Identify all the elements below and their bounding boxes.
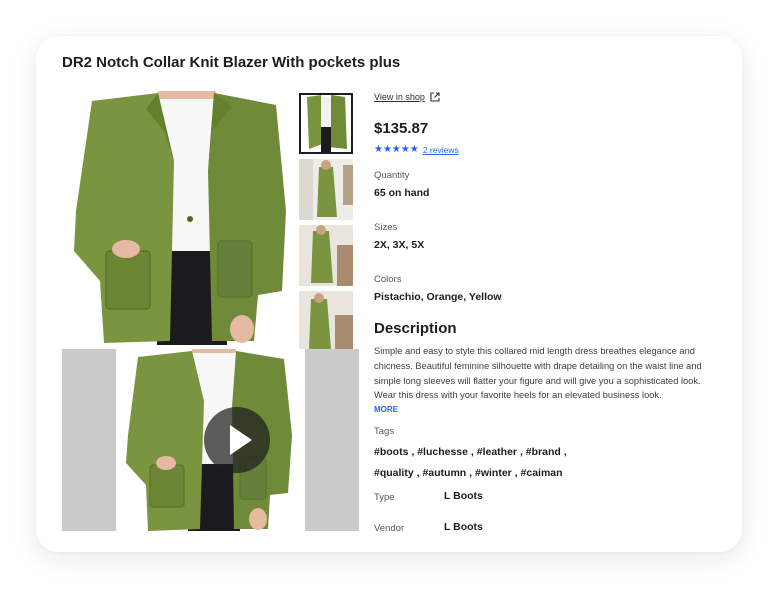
type-label: Type xyxy=(374,492,395,503)
colors-label: Colors xyxy=(374,274,402,285)
quantity-value: 65 on hand xyxy=(374,187,430,199)
view-in-shop-link[interactable]: View in shop xyxy=(374,92,440,102)
rating: ★★★★★ 2 reviews xyxy=(374,144,459,155)
thumbnail-3[interactable] xyxy=(299,225,353,286)
main-product-image[interactable] xyxy=(62,91,292,345)
reviews-link[interactable]: 2 reviews xyxy=(423,145,459,155)
sizes-value: 2X, 3X, 5X xyxy=(374,239,425,251)
thumbnail-2[interactable] xyxy=(299,159,353,220)
product-card: DR2 Notch Collar Knit Blazer With pocket… xyxy=(36,36,742,552)
thumbnail-1[interactable] xyxy=(299,93,353,154)
thumbnail-4[interactable] xyxy=(299,291,353,352)
thumbnail-image xyxy=(299,159,353,220)
thumbnail-image xyxy=(299,93,353,154)
video-letterbox-right xyxy=(305,349,359,531)
type-value: L Boots xyxy=(444,490,483,502)
star-rating-icon: ★★★★★ xyxy=(374,144,419,155)
description-text: Simple and easy to style this collared m… xyxy=(374,346,702,401)
product-price: $135.87 xyxy=(374,120,429,137)
tag[interactable]: #quality xyxy=(374,467,414,479)
thumbnail-strip xyxy=(299,93,354,357)
external-link-icon xyxy=(430,92,440,102)
tag[interactable]: #luchesse xyxy=(417,446,468,458)
tag[interactable]: #boots xyxy=(374,446,408,458)
description-heading: Description xyxy=(374,320,457,337)
more-link[interactable]: MORE xyxy=(374,405,398,414)
tags-label: Tags xyxy=(374,426,395,437)
tag[interactable]: #brand xyxy=(526,446,561,458)
vendor-value: L Boots xyxy=(444,521,483,533)
tags-list: #boots , #luchesse , #leather , #brand ,… xyxy=(374,446,567,479)
product-title: DR2 Notch Collar Knit Blazer With pocket… xyxy=(62,54,401,71)
thumbnail-image xyxy=(299,225,353,286)
product-video[interactable] xyxy=(62,349,359,531)
tag[interactable]: #leather xyxy=(477,446,517,458)
sizes-label: Sizes xyxy=(374,222,398,233)
play-icon xyxy=(230,425,252,455)
tag[interactable]: #winter xyxy=(475,467,512,479)
colors-value: Pistachio, Orange, Yellow xyxy=(374,291,502,303)
view-in-shop-label: View in shop xyxy=(374,92,425,102)
thumbnail-image xyxy=(299,291,353,352)
tag[interactable]: #autumn xyxy=(422,467,466,479)
quantity-label: Quantity xyxy=(374,170,410,181)
play-button[interactable] xyxy=(204,407,270,473)
vendor-label: Vendor xyxy=(374,523,405,534)
tag[interactable]: #caiman xyxy=(521,467,563,479)
blazer-photo xyxy=(62,91,292,345)
video-letterbox-left xyxy=(62,349,116,531)
